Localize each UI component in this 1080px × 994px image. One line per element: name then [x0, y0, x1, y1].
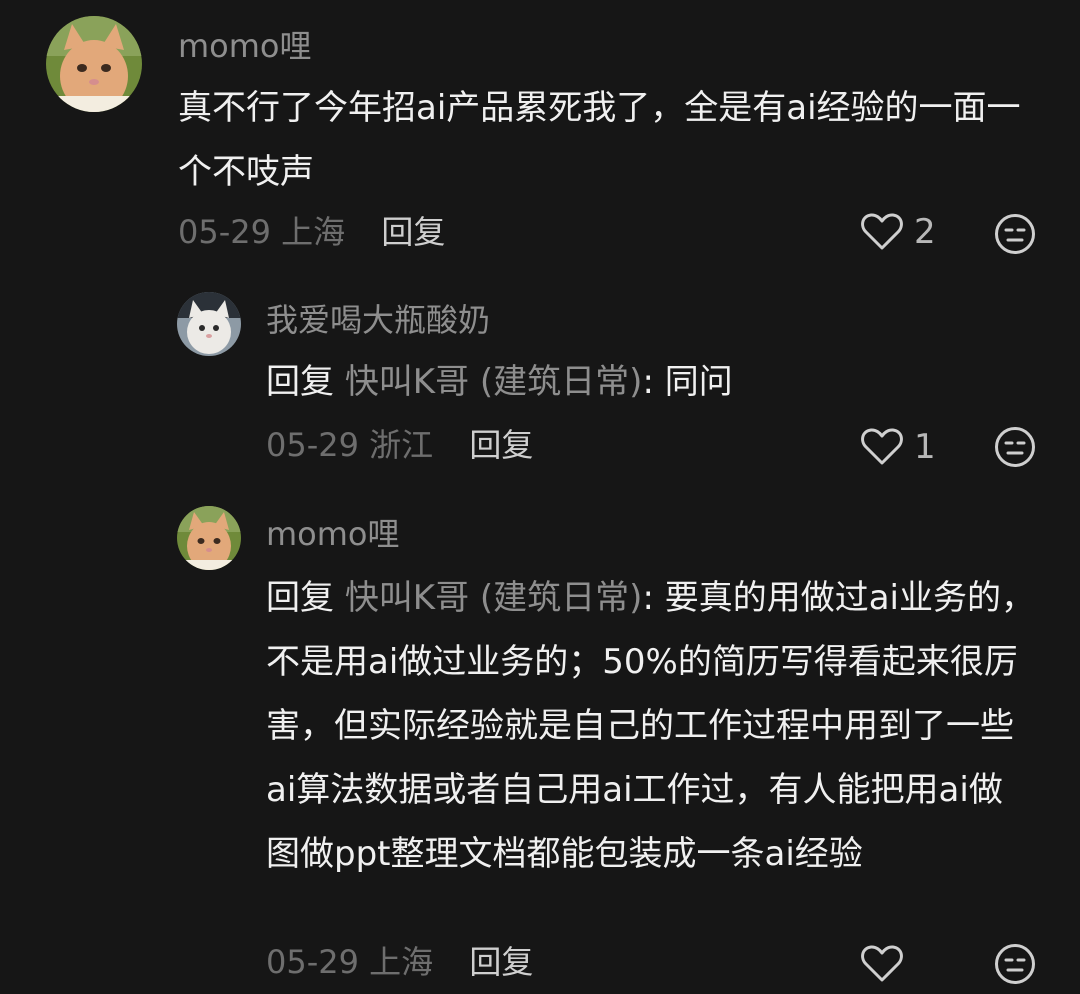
like-count: 2: [914, 212, 936, 252]
comment-date: 05-29: [266, 426, 359, 464]
comment-meta: 05-29 上海 回复: [266, 942, 533, 982]
reply-text: 要真的用做过ai业务的，不是用ai做过业务的；50%的简历写得看起来很厉害，但实…: [266, 578, 1035, 874]
meh-face-icon: [995, 214, 1035, 254]
reply-button[interactable]: 回复: [381, 213, 445, 251]
comment-location: 浙江: [369, 426, 434, 464]
orange-cat-avatar-icon: [46, 16, 142, 112]
avatar[interactable]: [177, 292, 241, 356]
comment-date: 05-29: [178, 213, 271, 251]
comment-location: 上海: [369, 943, 434, 981]
meh-face-icon: [995, 427, 1035, 467]
orange-cat-avatar-icon: [177, 506, 241, 570]
dislike-button[interactable]: [994, 426, 1036, 468]
avatar[interactable]: [177, 506, 241, 570]
dislike-button[interactable]: [994, 213, 1036, 255]
reply-prefix: 回复: [266, 362, 334, 402]
heart-icon: [861, 945, 903, 982]
avatar[interactable]: [46, 16, 142, 112]
reply-text: 同问: [664, 362, 733, 402]
like-count: 1: [914, 427, 936, 467]
comment-meta: 05-29 浙江 回复: [266, 425, 533, 465]
username[interactable]: momo哩: [266, 514, 400, 554]
white-cat-avatar-icon: [177, 292, 241, 356]
meh-face-icon: [995, 944, 1035, 984]
comment-date: 05-29: [266, 943, 359, 981]
comment-meta: 05-29 上海 回复: [178, 212, 445, 252]
heart-icon: [861, 428, 903, 465]
like-button[interactable]: 1: [860, 427, 936, 467]
heart-icon: [861, 213, 903, 250]
comment-text: 回复 快叫K哥 (建筑日常): 要真的用做过ai业务的，不是用ai做过业务的；5…: [266, 578, 1035, 874]
reply-prefix: 回复: [266, 578, 334, 618]
reply-target-user[interactable]: 快叫K哥 (建筑日常): [345, 578, 643, 618]
comment-text: 真不行了今年招ai产品累死我了，全是有ai经验的一面一个不吱声: [178, 88, 1021, 192]
username[interactable]: momo哩: [178, 26, 312, 66]
dislike-button[interactable]: [994, 943, 1036, 985]
reply-button[interactable]: 回复: [469, 426, 533, 464]
comment-location: 上海: [281, 213, 346, 251]
like-button[interactable]: 2: [860, 212, 936, 252]
like-button[interactable]: [860, 944, 914, 984]
comment-text: 回复 快叫K哥 (建筑日常): 同问: [266, 362, 733, 402]
reply-target-user[interactable]: 快叫K哥 (建筑日常): [345, 362, 643, 402]
reply-button[interactable]: 回复: [469, 943, 533, 981]
username[interactable]: 我爱喝大瓶酸奶: [266, 300, 490, 340]
